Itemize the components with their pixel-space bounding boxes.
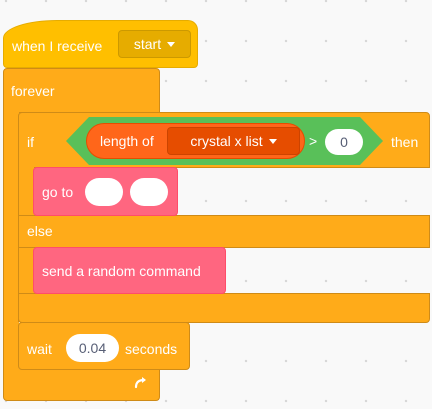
message-dropdown-value: start <box>133 36 162 52</box>
forever-label: forever <box>11 83 55 99</box>
wait-label: wait <box>27 341 52 357</box>
send-random-command-block[interactable]: send a random command <box>33 247 226 294</box>
forever-block-bottom[interactable] <box>3 369 160 401</box>
dropdown-arrow-icon <box>167 41 176 47</box>
send-random-command-label: send a random command <box>42 263 201 279</box>
forever-block-top[interactable]: forever <box>3 68 160 113</box>
length-of-list-reporter[interactable]: length of crystal x list <box>86 123 305 159</box>
seconds-label: seconds <box>125 341 178 357</box>
if-block-bottom <box>18 293 430 323</box>
when-i-receive-block[interactable]: when I receive start <box>3 20 198 68</box>
list-dropdown-value: crystal x list <box>190 133 263 149</box>
go-to-block[interactable]: go to <box>33 167 178 216</box>
else-bar: else <box>18 215 430 248</box>
wait-seconds-value: 0.04 <box>78 340 107 356</box>
then-label: then <box>391 134 419 150</box>
rotate-arrow-icon <box>133 375 149 396</box>
go-to-input-1[interactable] <box>85 178 123 206</box>
wait-seconds-input[interactable]: 0.04 <box>66 334 119 362</box>
go-to-input-2[interactable] <box>130 178 168 206</box>
if-label: if <box>27 134 34 150</box>
length-of-label: length of <box>100 133 154 149</box>
dropdown-arrow-icon <box>269 139 277 144</box>
greater-than-operator: > <box>309 133 318 149</box>
wait-block[interactable]: wait 0.04 seconds <box>18 322 190 370</box>
list-dropdown[interactable]: crystal x list <box>167 127 300 155</box>
message-dropdown[interactable]: start <box>118 30 191 58</box>
compare-value-input[interactable]: 0 <box>325 129 363 155</box>
forever-block-arm <box>3 112 19 370</box>
go-to-label: go to <box>42 184 74 200</box>
compare-value: 0 <box>340 134 348 150</box>
greater-than-condition[interactable]: length of crystal x list > 0 <box>66 117 383 165</box>
when-i-receive-label: when I receive <box>12 38 103 54</box>
else-label: else <box>27 223 53 239</box>
